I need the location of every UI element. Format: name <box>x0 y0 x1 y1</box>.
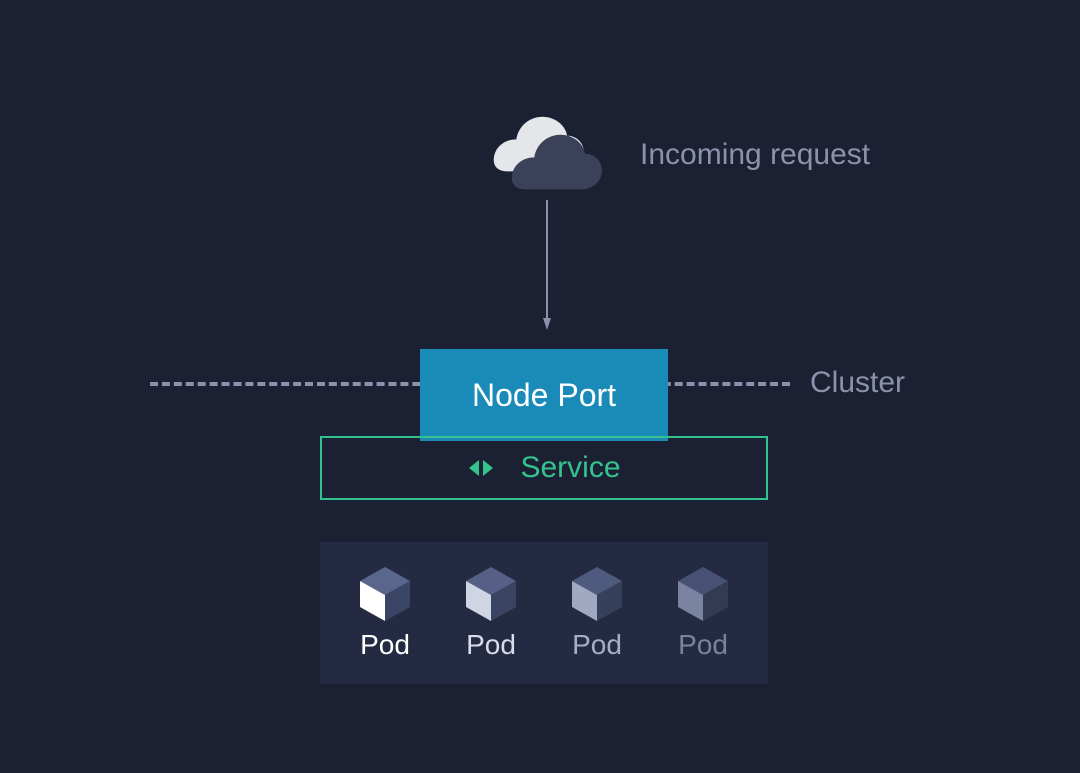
arrow-down-icon <box>543 200 551 330</box>
pod-item: Pod <box>653 565 753 661</box>
nodeport-box: Node Port <box>420 349 668 441</box>
cube-icon <box>568 565 626 623</box>
pod-label: Pod <box>572 629 622 661</box>
cube-icon <box>462 565 520 623</box>
service-icon <box>467 454 495 482</box>
incoming-request-label: Incoming request <box>640 138 870 172</box>
pod-item: Pod <box>547 565 647 661</box>
pods-row: Pod Pod Pod Pod <box>320 542 768 684</box>
cube-icon <box>674 565 732 623</box>
cluster-label: Cluster <box>810 366 905 400</box>
pod-label: Pod <box>678 629 728 661</box>
nodeport-label: Node Port <box>472 377 616 414</box>
diagram-canvas: Incoming request Cluster Node Port Servi… <box>0 0 1080 773</box>
pod-item: Pod <box>335 565 435 661</box>
pod-label: Pod <box>360 629 410 661</box>
cloud-shadow-icon <box>508 133 602 193</box>
pod-label: Pod <box>466 629 516 661</box>
service-box: Service <box>320 436 768 500</box>
cube-icon <box>356 565 414 623</box>
pod-item: Pod <box>441 565 541 661</box>
service-label: Service <box>520 451 620 485</box>
incoming-cloud <box>490 115 584 180</box>
